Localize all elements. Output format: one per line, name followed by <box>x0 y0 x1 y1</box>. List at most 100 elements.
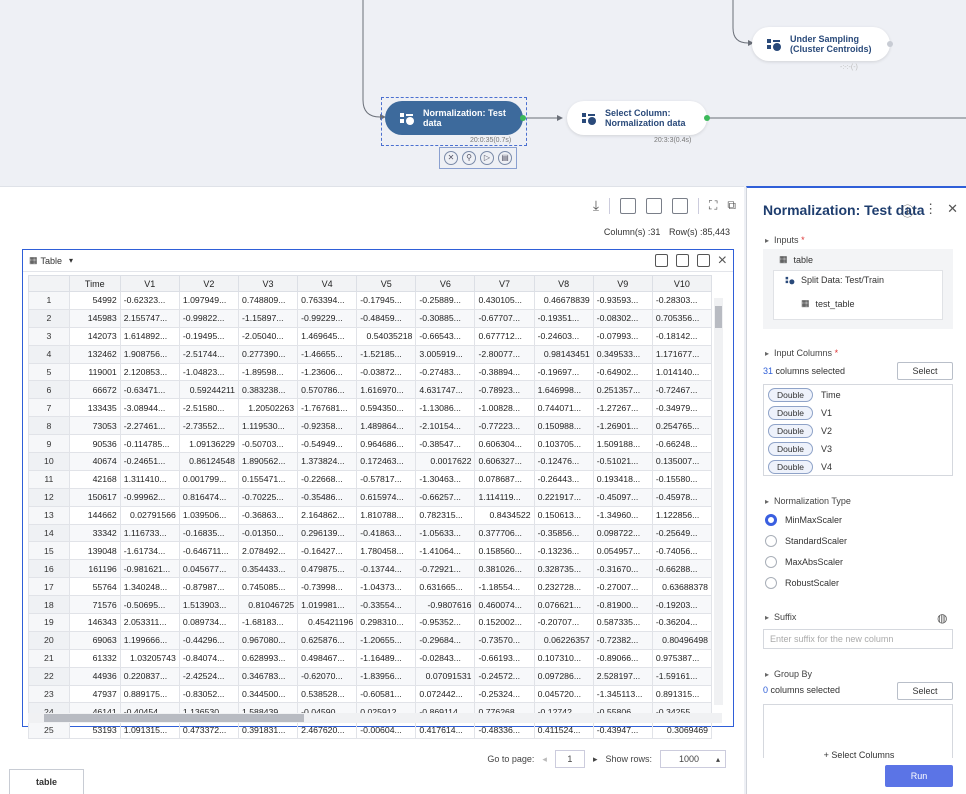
table-cell[interactable]: -1.20655... <box>356 630 417 650</box>
radio-option[interactable]: RobustScaler <box>765 577 839 589</box>
table-cell[interactable]: -0.74056... <box>651 541 713 561</box>
table-cell[interactable]: 0.677712... <box>474 326 535 346</box>
column-header[interactable]: V4 <box>297 275 358 292</box>
table-row[interactable]: 2 145983 2.155747... -0.99822... -1.15897...… <box>28 308 713 328</box>
table-cell[interactable]: -1.30463... <box>415 469 476 489</box>
table-row[interactable]: 20 69063 1.199666... -0.44296... 0.967080...… <box>28 630 713 650</box>
table-cell[interactable]: -2.51744... <box>178 344 239 364</box>
table-cell[interactable]: -1.00828... <box>474 398 535 418</box>
table-cell[interactable]: 1.311410... <box>119 469 180 489</box>
table-cell[interactable]: 0.763394... <box>297 291 358 310</box>
table-cell[interactable]: 133435 <box>68 398 121 418</box>
table-cell[interactable]: -0.38547... <box>415 434 476 454</box>
table-cell[interactable]: 0.349533... <box>592 344 653 364</box>
table-cell[interactable]: -0.981621... <box>119 559 180 579</box>
table-row[interactable]: 18 71576 -0.50695... 1.513903... 0.81046725 1… <box>28 595 713 615</box>
table-cell[interactable]: -0.99229... <box>297 308 358 328</box>
table-cell[interactable]: -0.67707... <box>474 308 535 328</box>
table-cell[interactable]: 0.631665... <box>415 577 476 597</box>
table-cell[interactable]: 55764 <box>68 577 121 597</box>
table-cell[interactable]: 1.614892... <box>119 326 180 346</box>
stop-icon[interactable]: ✕ <box>444 151 458 165</box>
table-cell[interactable]: 0.02791566 <box>119 505 180 525</box>
table-cell[interactable]: 0.344500... <box>237 684 299 704</box>
rows-per-page-select[interactable]: 1000 ▴ <box>660 750 726 768</box>
table-cell[interactable]: 0.3069469 <box>651 720 713 740</box>
table-cell[interactable]: 53193 <box>68 720 121 740</box>
table-cell[interactable]: -2.80077... <box>474 344 535 364</box>
table-cell[interactable]: 69063 <box>68 630 121 650</box>
table-cell[interactable]: 0.889175... <box>119 684 180 704</box>
table-row[interactable]: 8 73053 -2.27461... -2.73552... 1.119530... -… <box>28 416 713 436</box>
table-cell[interactable]: -0.45097... <box>592 487 653 507</box>
prev-page-icon[interactable]: ◂ <box>542 754 547 765</box>
settings-grid-icon[interactable] <box>675 254 689 267</box>
table-cell[interactable]: -0.18142... <box>651 326 713 346</box>
table-row[interactable]: 1 54992 -0.62323... 1.097949... 0.748809... 0… <box>28 291 713 310</box>
table-cell[interactable]: -0.99962... <box>119 487 180 507</box>
table-cell[interactable]: 0.744071... <box>533 398 594 418</box>
table-cell[interactable]: 0.498467... <box>297 648 358 668</box>
column-list-item[interactable]: Double V2 <box>764 422 952 440</box>
table-cell[interactable]: 0.158560... <box>474 541 535 561</box>
table-cell[interactable]: -0.13236... <box>533 541 594 561</box>
close-icon[interactable]: × <box>718 253 727 269</box>
table-cell[interactable]: -0.27007... <box>592 577 653 597</box>
table-cell[interactable]: -0.00604... <box>356 720 417 740</box>
column-list-item[interactable]: Double Time <box>764 386 952 404</box>
table-cell[interactable]: -0.35856... <box>533 523 594 543</box>
table-cell[interactable]: 0.251357... <box>592 380 653 400</box>
add-group-column-link[interactable]: + Select Columns <box>764 750 954 760</box>
table-cell[interactable]: 0.816474... <box>178 487 239 507</box>
table-cell[interactable]: 0.045720... <box>533 684 594 704</box>
table-cell[interactable]: 0.570786... <box>297 380 358 400</box>
table-cell[interactable]: 0.606304... <box>474 434 535 454</box>
table-cell[interactable]: -0.31670... <box>592 559 653 579</box>
table-cell[interactable]: -1.83956... <box>356 666 417 686</box>
table-cell[interactable]: 0.86124548 <box>178 452 239 471</box>
table-cell[interactable]: -1.13086... <box>415 398 476 418</box>
table-cell[interactable]: -0.66257... <box>415 487 476 507</box>
table-cell[interactable]: 146343 <box>68 613 121 632</box>
table-row[interactable]: 13 144662 0.02791566 1.039506... -0.36863...… <box>28 505 713 525</box>
table-cell[interactable]: -0.41863... <box>356 523 417 543</box>
table-cell[interactable]: 4.631747... <box>415 380 476 400</box>
table-cell[interactable]: 47937 <box>68 684 121 704</box>
table-cell[interactable]: -0.72467... <box>651 380 713 400</box>
table-cell[interactable]: -2.51580... <box>178 398 239 418</box>
suffix-input[interactable]: Enter suffix for the new column <box>763 629 953 649</box>
table-cell[interactable]: -0.25889... <box>415 291 476 310</box>
table-cell[interactable]: 0.46678839 <box>533 291 594 310</box>
radio-option[interactable]: MinMaxScaler <box>765 514 842 526</box>
table-cell[interactable]: 54992 <box>68 291 121 310</box>
table-cell[interactable]: -0.66193... <box>474 648 535 668</box>
table-cell[interactable]: 0.107310... <box>533 648 594 668</box>
table-cell[interactable]: 2.155747... <box>119 308 180 328</box>
table-cell[interactable]: -0.66288... <box>651 559 713 579</box>
table-cell[interactable]: 0.193418... <box>592 469 653 489</box>
normalization-type-heading[interactable]: Normalization Type <box>765 496 851 506</box>
table-cell[interactable]: 1.019981... <box>297 595 358 615</box>
table-cell[interactable]: -0.28303... <box>651 291 713 310</box>
table-cell[interactable]: 0.328735... <box>533 559 594 579</box>
table-cell[interactable]: -0.9807616 <box>415 595 476 615</box>
table-cell[interactable]: 1.20502263 <box>237 398 299 418</box>
table-cell[interactable]: -0.63471... <box>119 380 180 400</box>
add-chart-icon[interactable] <box>654 254 668 267</box>
table-cell[interactable]: 142073 <box>68 326 121 346</box>
scroll-thumb[interactable] <box>715 306 722 328</box>
table-cell[interactable]: 0.964686... <box>356 434 417 454</box>
table-cell[interactable]: 0.705356... <box>651 308 713 328</box>
table-cell[interactable]: 1.09136229 <box>178 434 239 454</box>
table-cell[interactable]: -1.04373... <box>356 577 417 597</box>
table-cell[interactable]: -0.89066... <box>592 648 653 668</box>
table-cell[interactable]: 0.254765... <box>651 416 713 436</box>
table-cell[interactable]: -1.46655... <box>297 344 358 364</box>
table-cell[interactable]: 1.489864... <box>356 416 417 436</box>
table-row[interactable]: 14 33342 1.116733... -0.16835... -0.01350...… <box>28 523 713 543</box>
table-cell[interactable]: 2.053311... <box>119 613 180 632</box>
table-cell[interactable]: -0.51021... <box>592 452 653 471</box>
grid-layout-icon[interactable] <box>672 197 689 214</box>
table-cell[interactable]: 0.460074... <box>474 595 535 615</box>
horizontal-scrollbar[interactable] <box>28 713 722 723</box>
